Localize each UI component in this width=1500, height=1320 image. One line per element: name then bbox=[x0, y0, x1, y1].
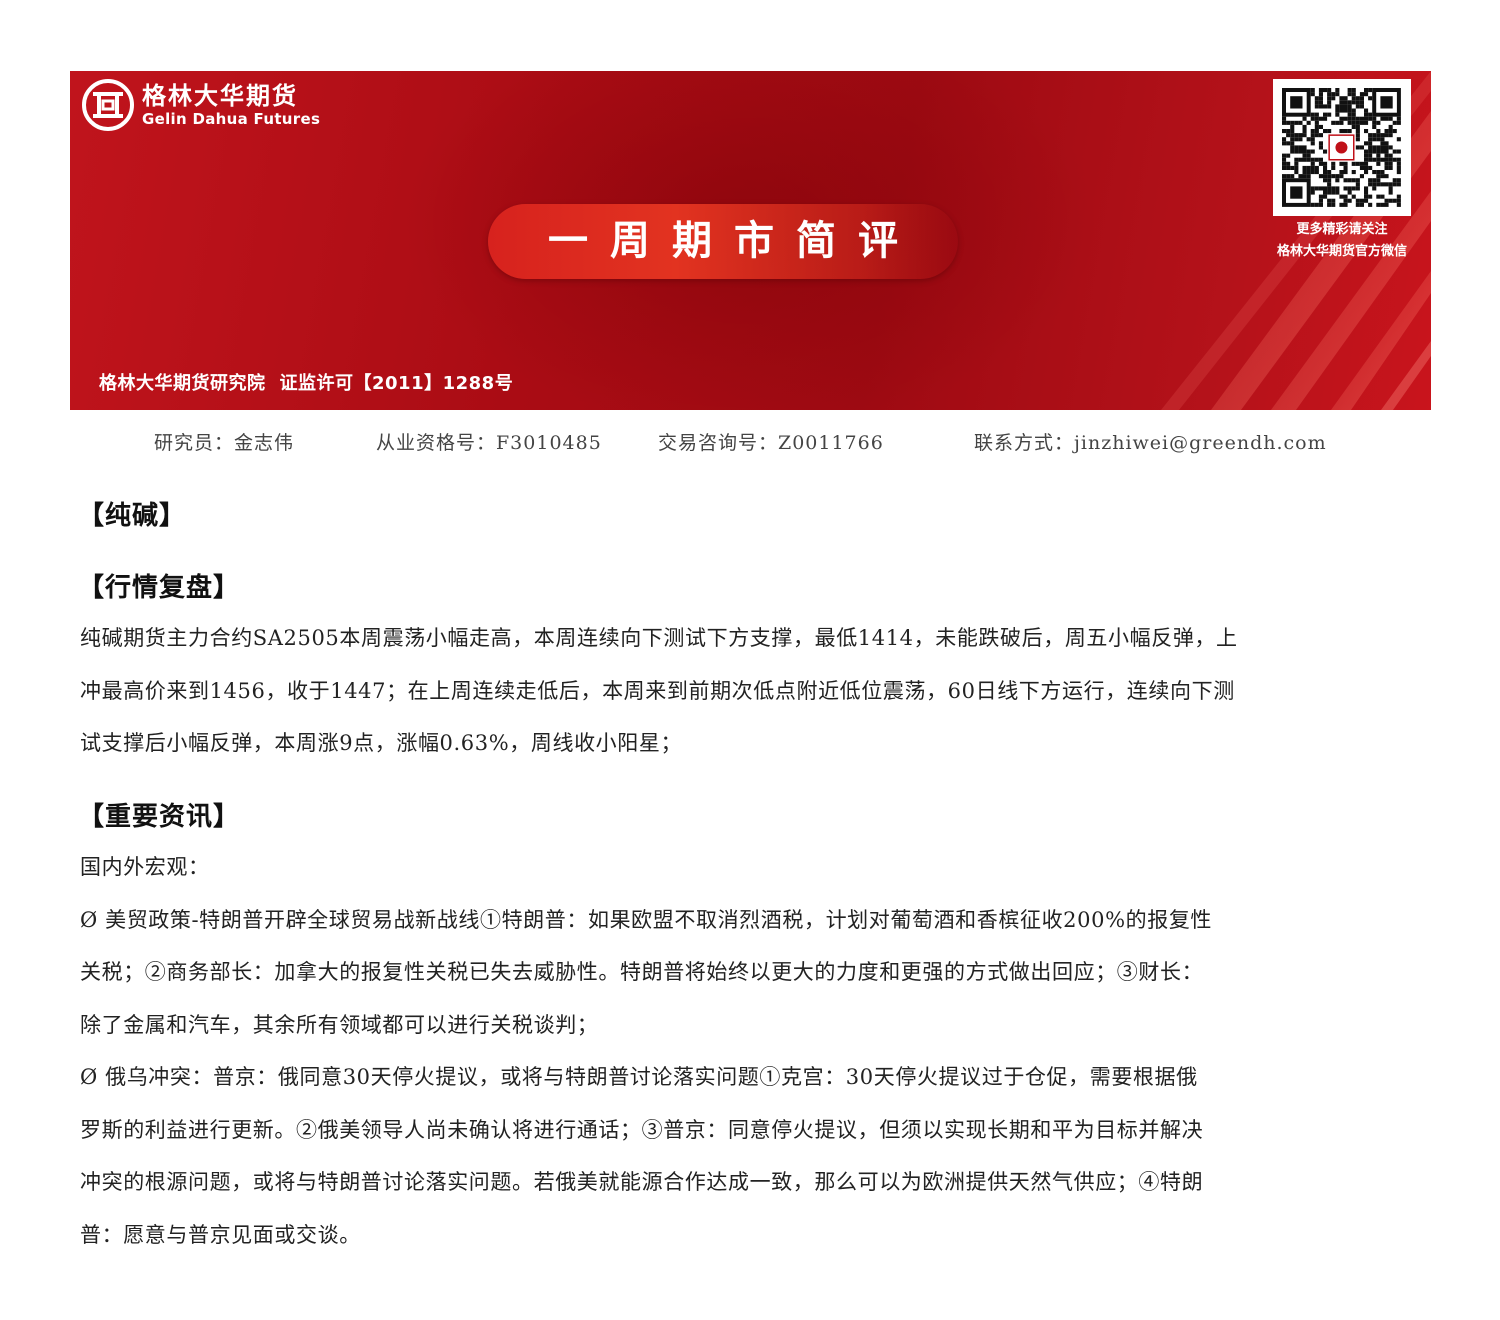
news-line: 罗斯的利益进行更新。②俄美领导人尚未确认将进行通话；③普京：同意停火提议，但须以… bbox=[80, 1117, 1204, 1142]
page-title: 一周期市简评 bbox=[548, 218, 920, 264]
market-review-paragraph: 纯碱期货主力合约SA2505本周震荡小幅走高，本周连续向下测试下方支撑，最低14… bbox=[80, 612, 1425, 770]
qr-caption: 更多精彩请关注 格林大华期货官方微信 bbox=[1251, 219, 1431, 263]
analyst-info: 研究员：金志伟 从业资格号：F3010485 交易咨询号：Z0011766 联系… bbox=[0, 428, 1500, 456]
qr-caption-line2: 格林大华期货官方微信 bbox=[1276, 244, 1407, 259]
market-review-heading: 【行情复盘】 bbox=[78, 573, 241, 603]
researcher-name: 研究员：金志伟 bbox=[154, 432, 295, 454]
review-line: 纯碱期货主力合约SA2505本周震荡小幅走高，本周连续向下测试下方支撑，最低14… bbox=[80, 626, 1238, 650]
news-line: Ø 美贸政策-特朗普开辟全球贸易战新战线①特朗普：如果欧盟不取消烈酒税，计划对葡… bbox=[80, 907, 1213, 932]
logo-chinese-name: 格林大华期货 bbox=[142, 82, 298, 110]
news-line: 国内外宏观： bbox=[80, 855, 210, 879]
news-line: 普：愿意与普京见面或交谈。 bbox=[80, 1222, 361, 1247]
contact-email: 联系方式：jinzhiwei@greendh.com bbox=[974, 432, 1327, 454]
news-line: Ø 俄乌冲突：普京：俄同意30天停火提议，或将与特朗普讨论落实问题①克宫：30天… bbox=[80, 1065, 1198, 1089]
consult-number: 交易咨询号：Z0011766 bbox=[658, 432, 884, 454]
product-heading: 【纯碱】 bbox=[78, 501, 187, 531]
news-line: 除了金属和汽车，其余所有领域都可以进行关税谈判； bbox=[80, 1012, 599, 1037]
important-news-paragraph: 国内外宏观： Ø 美贸政策-特朗普开辟全球贸易战新战线①特朗普：如果欧盟不取消烈… bbox=[80, 841, 1425, 1261]
logo-emblem-icon bbox=[82, 79, 134, 131]
logo-english-name: Gelin Dahua Futures bbox=[142, 110, 321, 128]
license-line: 格林大华期货研究院 证监许可【2011】1288号 bbox=[99, 369, 513, 395]
review-line: 冲最高价来到1456，收于1447；在上周连续走低后，本周来到前期次低点附近低位… bbox=[80, 678, 1235, 703]
qr-code-icon bbox=[1282, 88, 1401, 207]
title-pill: 一周期市简评 bbox=[488, 204, 958, 279]
header-banner: 格林大华期货 Gelin Dahua Futures 一周期市简评 更多精彩请关… bbox=[70, 71, 1431, 410]
news-line: 冲突的根源问题，或将与特朗普讨论落实问题。若俄美就能源合作达成一致，那么可以为欧… bbox=[80, 1170, 1204, 1194]
qr-caption-line1: 更多精彩请关注 bbox=[1296, 222, 1388, 237]
wechat-qr-code[interactable] bbox=[1273, 79, 1411, 216]
license-number: 证监许可【2011】1288号 bbox=[279, 373, 514, 394]
research-institute: 格林大华期货研究院 bbox=[99, 373, 266, 394]
review-line: 试支撑后小幅反弹，本周涨9点，涨幅0.63%，周线收小阳星； bbox=[80, 731, 683, 755]
news-line: 关税；②商务部长：加拿大的报复性关税已失去威胁性。特朗普将始终以更大的力度和更强… bbox=[80, 960, 1204, 984]
qualification-number: 从业资格号：F3010485 bbox=[376, 432, 602, 454]
company-logo: 格林大华期货 Gelin Dahua Futures bbox=[82, 79, 320, 131]
important-news-heading: 【重要资讯】 bbox=[78, 802, 241, 832]
